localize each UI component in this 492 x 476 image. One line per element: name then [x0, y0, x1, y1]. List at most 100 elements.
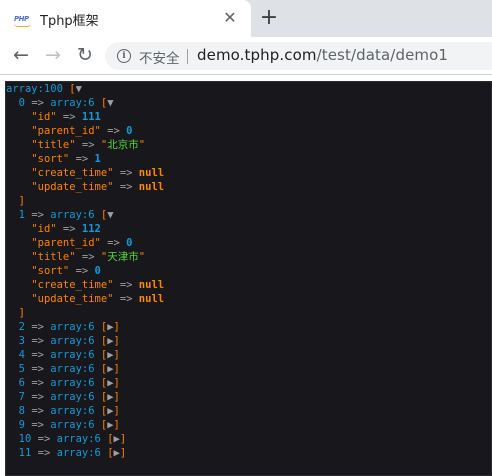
array-item-collapsed: 11 => array:6 [▶] — [6, 446, 491, 460]
quote: " — [138, 251, 146, 263]
field-value-number: 0 — [94, 265, 101, 277]
array-index: 8 — [18, 405, 25, 417]
array-index: 6 — [18, 377, 25, 389]
close-bracket: ] — [18, 195, 25, 207]
arrow-operator: => — [119, 293, 133, 305]
array-item-collapsed: 6 => array:6 [▶] — [6, 376, 491, 390]
close-bracket: ] — [18, 307, 25, 319]
array-item-collapsed: 9 => array:6 [▶] — [6, 418, 491, 432]
close-bracket: ] — [113, 363, 120, 375]
array-item-collapsed: 4 => array:6 [▶] — [6, 348, 491, 362]
field-value-number: 0 — [126, 125, 133, 137]
arrow-operator: => — [119, 167, 133, 179]
array-index: 2 — [18, 321, 25, 333]
field-key: "update_time" — [31, 293, 114, 305]
arrow-operator: => — [31, 349, 44, 361]
close-bracket: ] — [119, 433, 127, 445]
active-tab[interactable]: PHP Tphp框架 ✕ — [0, 0, 251, 37]
arrow-operator: => — [31, 377, 44, 389]
array-type-label: array:6 — [50, 405, 95, 417]
field-row: "parent_id" => 0 — [6, 236, 491, 250]
field-row: "create_time" => null — [6, 278, 491, 292]
array-type-label: array:6 — [50, 349, 95, 361]
tab-title: Tphp框架 — [40, 14, 99, 29]
url-host: demo.tphp.com — [197, 46, 317, 64]
close-bracket: ] — [119, 447, 127, 459]
url-text[interactable]: demo.tphp.com/test/data/demo1 — [197, 46, 448, 64]
root-type-label: array:100 — [6, 83, 63, 95]
close-icon[interactable]: ✕ — [222, 10, 238, 26]
back-button[interactable]: ← — [9, 43, 33, 67]
arrow-operator: => — [31, 209, 44, 221]
toggle-expanded-icon[interactable]: ▼ — [76, 82, 82, 96]
field-key: "create_time" — [31, 167, 114, 179]
field-key: "create_time" — [31, 279, 114, 291]
toggle-expanded-icon[interactable]: ▼ — [107, 96, 113, 110]
address-bar[interactable]: i 不安全 demo.tphp.com/test/data/demo1 — [105, 42, 492, 70]
field-value-number: 111 — [81, 111, 101, 123]
field-value-string: 北京市 — [107, 139, 139, 151]
forward-button[interactable]: → — [41, 43, 65, 67]
close-bracket: ] — [113, 391, 120, 403]
field-key: "id" — [31, 223, 57, 235]
arrow-operator: => — [31, 391, 44, 403]
arrow-operator: => — [119, 181, 133, 193]
info-icon[interactable]: i — [117, 49, 131, 63]
field-key: "parent_id" — [31, 125, 101, 137]
arrow-operator: => — [107, 125, 120, 137]
arrow-operator: => — [107, 237, 120, 249]
field-row: "title" => "天津市" — [6, 250, 491, 264]
array-item-collapsed: 10 => array:6 [▶] — [6, 432, 491, 446]
array-type-label: array:6 — [56, 447, 101, 459]
array-item-close: ] — [6, 194, 491, 208]
array-type-label: array:6 — [50, 97, 95, 109]
field-row: "id" => 111 — [6, 110, 491, 124]
field-value-number: 112 — [81, 223, 101, 235]
array-type-label: array:6 — [56, 433, 101, 445]
field-row: "title" => "北京市" — [6, 138, 491, 152]
field-row: "update_time" => null — [6, 180, 491, 194]
close-bracket: ] — [113, 349, 120, 361]
array-type-label: array:6 — [50, 321, 95, 333]
arrow-operator: => — [75, 153, 89, 165]
array-index: 0 — [18, 97, 25, 109]
array-item-collapsed: 7 => array:6 [▶] — [6, 390, 491, 404]
page-viewport: array:100 [▼ 0 => array:6 [▼ "id" => 111… — [0, 75, 492, 476]
url-path: /test/data/demo1 — [316, 46, 449, 64]
array-index: 9 — [18, 419, 25, 431]
array-index: 10 — [18, 433, 32, 445]
field-key: "sort" — [31, 153, 70, 165]
field-value-number: 0 — [126, 237, 133, 249]
tab-strip: PHP Tphp框架 ✕ + — [0, 0, 492, 37]
arrow-operator: => — [31, 321, 44, 333]
reload-button[interactable]: ↻ — [73, 43, 97, 67]
new-tab-button[interactable]: + — [258, 7, 280, 29]
field-row: "sort" => 0 — [6, 264, 491, 278]
field-key: "title" — [31, 139, 76, 151]
dump-root-line: array:100 [▼ — [6, 82, 491, 96]
close-bracket: ] — [113, 377, 120, 389]
array-type-label: array:6 — [50, 363, 95, 375]
array-index: 5 — [18, 363, 25, 375]
field-key: "sort" — [31, 265, 70, 277]
arrow-operator: => — [37, 433, 51, 445]
field-row: "id" => 112 — [6, 222, 491, 236]
close-bracket: ] — [113, 335, 120, 347]
security-status[interactable]: 不安全 — [139, 47, 180, 67]
array-item-header: 0 => array:6 [▼ — [6, 96, 491, 110]
quote: " — [138, 139, 146, 151]
array-item-collapsed: 2 => array:6 [▶] — [6, 320, 491, 334]
array-index: 7 — [18, 391, 25, 403]
array-index: 3 — [18, 335, 25, 347]
arrow-operator: => — [75, 265, 89, 277]
array-item-header: 1 => array:6 [▼ — [6, 208, 491, 222]
arrow-operator: => — [81, 251, 95, 263]
toggle-expanded-icon[interactable]: ▼ — [107, 208, 113, 222]
arrow-operator: => — [31, 419, 44, 431]
field-row: "update_time" => null — [6, 292, 491, 306]
field-key: "parent_id" — [31, 237, 101, 249]
field-row: "parent_id" => 0 — [6, 124, 491, 138]
arrow-operator: => — [62, 223, 76, 235]
arrow-operator: => — [37, 447, 51, 459]
array-type-label: array:6 — [50, 335, 95, 347]
